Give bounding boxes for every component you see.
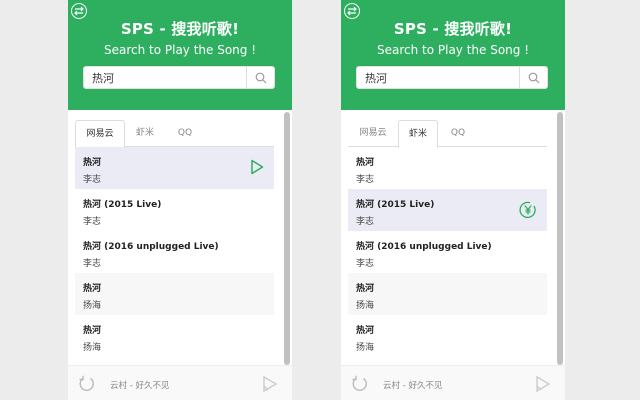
tab-netease[interactable]: 网易云 [75,120,125,148]
popup-panel-netease: SPS - 搜我听歌! Search to Play the Song ! 网易… [68,0,292,400]
song-row[interactable]: 热河 扬海 [348,273,547,315]
song-name: 热河 [83,326,102,336]
scrollbar[interactable] [284,112,290,365]
tab-netease[interactable]: 网易云 [348,120,398,147]
header: SPS - 搜我听歌! Search to Play the Song ! [68,0,292,110]
song-artist: 李志 [83,217,102,227]
song-name: 热河 (2016 unplugged Live) [356,242,492,252]
scrollbar[interactable] [557,112,563,365]
song-name: 热河 (2016 unplugged Live) [83,242,219,252]
song-list: 热河 李志 热河 (2015 Live) 李志 热河 (2016 unplugg… [75,147,274,357]
song-row[interactable]: 热河 (2016 unplugged Live) 李志 [75,231,274,273]
song-list: 热河 李志 热河 (2015 Live) 李志 热河 (2016 unplugg… [348,147,547,357]
source-tabs: 网易云 虾米 QQ [348,120,547,148]
swap-icon[interactable] [344,3,360,19]
play-next-icon[interactable] [262,375,278,397]
yen-coin-icon[interactable] [519,201,537,223]
song-artist: 李志 [83,175,102,185]
search-icon [255,72,266,83]
song-name: 热河 [83,284,102,294]
song-name: 热河 [83,158,102,168]
tab-xiami[interactable]: 虾米 [125,120,165,147]
song-row[interactable]: 热河 (2016 unplugged Live) 李志 [348,231,547,273]
source-tabs: 网易云 虾米 QQ [75,120,274,148]
player-bar: 云村 - 好久不见 [68,365,292,400]
app-title: SPS - 搜我听歌! [393,20,513,38]
search-input[interactable] [84,67,247,88]
song-row[interactable]: 热河 (2015 Live) 李志 [75,189,274,231]
header: SPS - 搜我听歌! Search to Play the Song ! [341,0,565,110]
search-button[interactable] [246,67,274,88]
song-artist: 李志 [356,217,375,227]
song-artist: 扬海 [356,301,375,311]
song-name: 热河 (2015 Live) [356,200,435,210]
song-name: 热河 [356,284,375,294]
song-row[interactable]: 热河 扬海 [348,315,547,357]
song-row[interactable]: 热河 (2015 Live) 李志 [348,189,547,231]
now-playing: 云村 - 好久不见 [383,381,443,391]
loop-icon[interactable] [78,375,96,397]
app-subtitle: Search to Play the Song ! [376,43,530,57]
tab-xiami[interactable]: 虾米 [398,120,438,148]
swap-icon[interactable] [71,3,87,19]
player-bar: 云村 - 好久不见 [341,365,565,400]
song-name: 热河 (2015 Live) [83,200,162,210]
search-button[interactable] [519,67,547,88]
song-artist: 李志 [356,259,375,269]
tab-qq[interactable]: QQ [165,120,205,147]
song-artist: 李志 [356,175,375,185]
search-icon [528,72,539,83]
search-input[interactable] [357,67,520,88]
song-row[interactable]: 热河 扬海 [75,315,274,357]
song-artist: 李志 [83,259,102,269]
song-row[interactable]: 热河 李志 [75,147,274,189]
search-box [356,66,548,89]
song-artist: 扬海 [83,301,102,311]
popup-panel-xiami: SPS - 搜我听歌! Search to Play the Song ! 网易… [341,0,565,400]
play-icon[interactable] [250,159,264,179]
song-artist: 扬海 [83,343,102,353]
play-next-icon[interactable] [535,375,551,397]
app-title: SPS - 搜我听歌! [120,20,240,38]
song-name: 热河 [356,326,375,336]
app-subtitle: Search to Play the Song ! [103,43,257,57]
loop-icon[interactable] [351,375,369,397]
song-name: 热河 [356,158,375,168]
song-row[interactable]: 热河 扬海 [75,273,274,315]
song-artist: 扬海 [356,343,375,353]
song-row[interactable]: 热河 李志 [348,147,547,189]
search-box [83,66,275,89]
now-playing: 云村 - 好久不见 [110,381,170,391]
tab-qq[interactable]: QQ [438,120,478,147]
